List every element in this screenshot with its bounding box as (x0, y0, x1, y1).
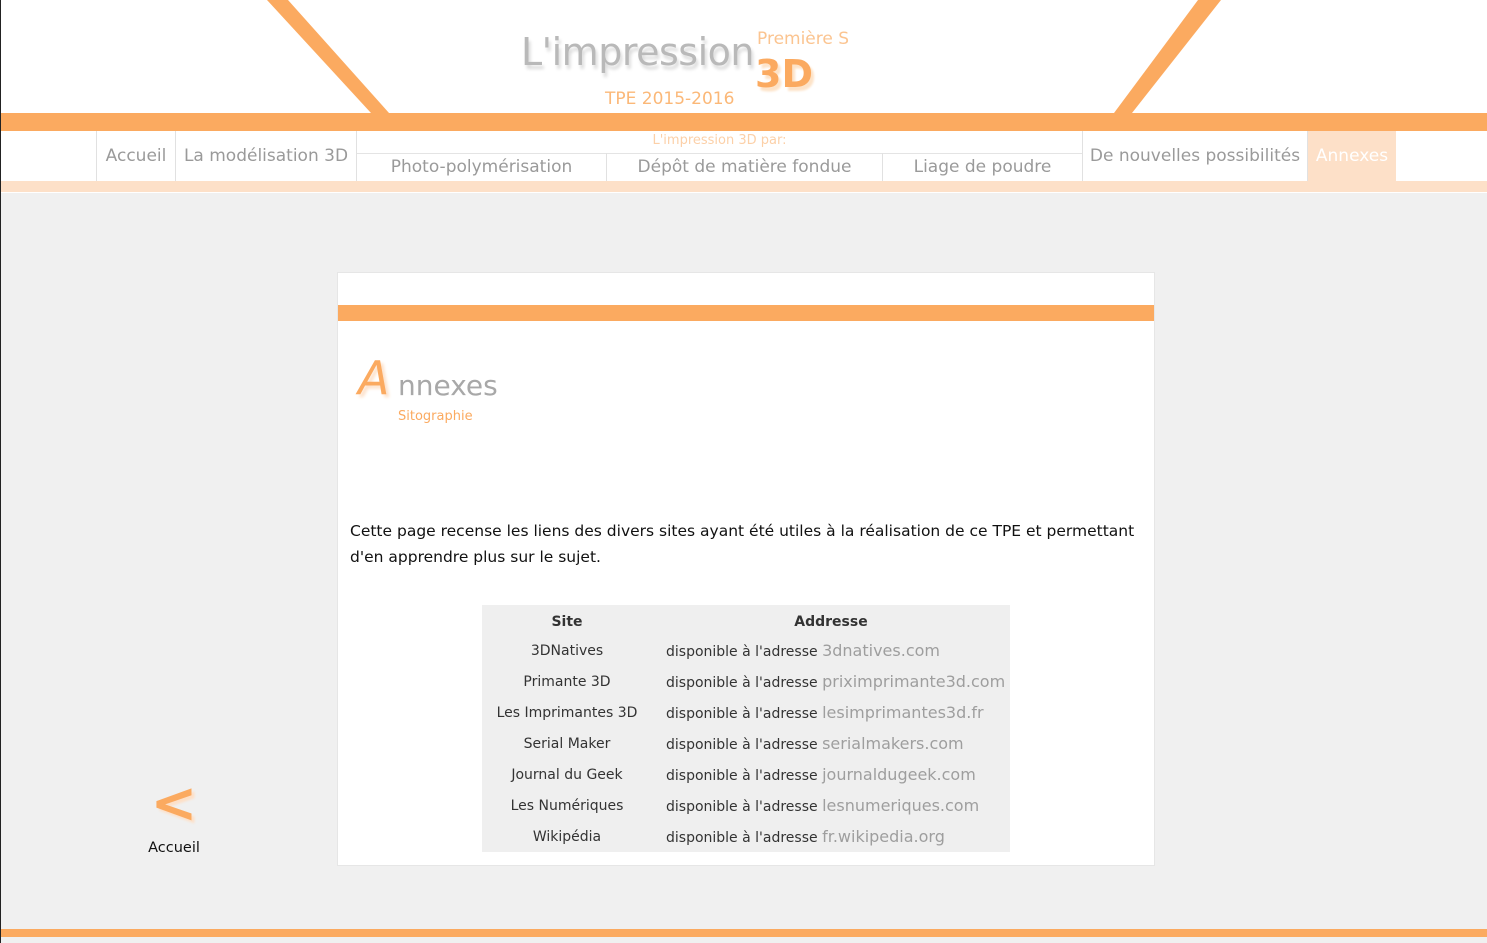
address-prefix: disponible à l'adresse (666, 675, 818, 691)
nav-liage-poudre[interactable]: Liage de poudre (882, 153, 1082, 181)
table-row: Les Numériques disponible à l'adresse le… (482, 790, 1010, 821)
nav-accueil[interactable]: Accueil (96, 131, 175, 181)
site-address: disponible à l'adresse journaldugeek.com (652, 759, 1010, 790)
site-link[interactable]: 3dnatives.com (822, 641, 940, 660)
column-header-address: Addresse (794, 614, 868, 630)
table-row: Les Imprimantes 3D disponible à l'adress… (482, 697, 1010, 728)
site-address: disponible à l'adresse fr.wikipedia.org (652, 821, 1010, 852)
site-name: Journal du Geek (511, 766, 623, 783)
title-3d: 3D (755, 52, 813, 96)
address-prefix: disponible à l'adresse (666, 737, 818, 753)
class-label: Première S (757, 29, 850, 49)
site-address: disponible à l'adresse lesimprimantes3d.… (652, 697, 1010, 728)
right-diagonal-stripe (1114, 0, 1221, 113)
nav-group-impression: L'impression 3D par: Photo-polymérisatio… (356, 131, 1082, 181)
site-link[interactable]: journaldugeek.com (822, 765, 976, 784)
site-address: disponible à l'adresse lesnumeriques.com (652, 790, 1010, 821)
site-name: Les Imprimantes 3D (496, 704, 638, 721)
site-link[interactable]: lesimprimantes3d.fr (822, 703, 983, 722)
nav-modelisation-3d[interactable]: La modélisation 3D (175, 131, 356, 181)
section-title-initial: A (358, 351, 390, 405)
header-orange-band (1, 113, 1487, 131)
site-address: disponible à l'adresse serialmakers.com (652, 728, 1010, 759)
nav-annexes[interactable]: Annexes (1307, 131, 1396, 181)
nav-depot-matiere-fondue[interactable]: Dépôt de matière fondue (606, 153, 882, 181)
site-address: disponible à l'adresse priximprimante3d.… (652, 666, 1010, 697)
address-prefix: disponible à l'adresse (666, 799, 818, 815)
header-light-band (1, 181, 1487, 192)
footer-orange-band (1, 929, 1487, 937)
address-prefix: disponible à l'adresse (666, 644, 818, 660)
card-orange-band (338, 305, 1154, 321)
main-nav: Accueil La modélisation 3D L'impression … (96, 131, 1396, 181)
section-title-rest: nnexes (398, 369, 498, 402)
table-row: Wikipédia disponible à l'adresse fr.wiki… (482, 821, 1010, 852)
site-title: L'impression (521, 30, 754, 74)
address-prefix: disponible à l'adresse (666, 706, 818, 722)
site-name: 3DNatives (530, 642, 604, 659)
nav-group-label: L'impression 3D par: (652, 133, 787, 148)
site-name: Wikipédia (532, 828, 602, 845)
site-link[interactable]: fr.wikipedia.org (822, 827, 945, 846)
nav-nouvelles-possibilites[interactable]: De nouvelles possibilités (1082, 131, 1307, 181)
table-header-row: Site Addresse (482, 605, 1010, 635)
intro-paragraph: Cette page recense les liens des divers … (350, 522, 1135, 566)
left-diagonal-stripe (267, 0, 389, 113)
site-address: disponible à l'adresse 3dnatives.com (652, 635, 1010, 666)
site-link[interactable]: lesnumeriques.com (822, 796, 979, 815)
site-name: Serial Maker (523, 735, 611, 752)
site-name: Les Numériques (510, 797, 624, 814)
content-card: A nnexes Sitographie Cette page recense … (337, 272, 1155, 866)
site-link[interactable]: serialmakers.com (822, 734, 964, 753)
back-label: Accueil (148, 840, 200, 856)
table-row: Journal du Geek disponible à l'adresse j… (482, 759, 1010, 790)
site-subtitle: TPE 2015-2016 (605, 89, 735, 109)
address-prefix: disponible à l'adresse (666, 768, 818, 784)
section-heading: A nnexes Sitographie (358, 351, 558, 431)
address-prefix: disponible à l'adresse (666, 830, 818, 846)
table-row: Primante 3D disponible à l'adresse prixi… (482, 666, 1010, 697)
back-arrow-icon: < (150, 771, 198, 836)
site-link[interactable]: priximprimante3d.com (822, 672, 1005, 691)
nav-photo-polymerisation[interactable]: Photo-polymérisation (357, 153, 606, 181)
table-row: 3DNatives disponible à l'adresse 3dnativ… (482, 635, 1010, 666)
back-to-home-link[interactable]: < Accueil (139, 776, 209, 866)
sites-table: Site Addresse 3DNatives disponible à l'a… (482, 605, 1010, 852)
site-name: Primante 3D (523, 673, 611, 690)
table-row: Serial Maker disponible à l'adresse seri… (482, 728, 1010, 759)
section-subtitle: Sitographie (398, 409, 473, 424)
nav-group-items: Photo-polymérisation Dépôt de matière fo… (357, 153, 1082, 181)
site-header: L'impression TPE 2015-2016 Première S 3D… (1, 0, 1487, 193)
column-header-site: Site (551, 614, 583, 630)
